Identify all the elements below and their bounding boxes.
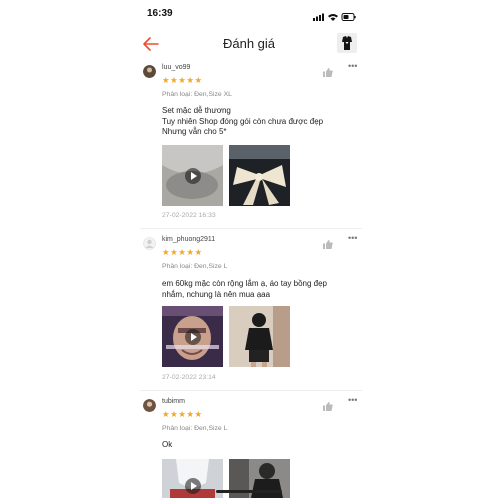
review-variant: Phân loại: Đen,Size L xyxy=(162,263,228,270)
rating-stars: ★★★★★ xyxy=(162,75,203,85)
review-text-line: Set mặc dễ thương xyxy=(162,106,231,115)
more-icon[interactable]: ••• xyxy=(348,233,357,243)
review-image[interactable] xyxy=(229,145,290,206)
thumbs-up-icon xyxy=(323,240,333,249)
arrow-left-icon xyxy=(143,37,159,51)
thumbs-up-icon xyxy=(323,402,333,411)
review-date: 27-02-2022 16:33 xyxy=(162,212,216,219)
review-username[interactable]: kim_phuong2911 xyxy=(162,236,215,243)
review-text-line: Tuy nhiên Shop đóng gói còn chưa được đẹ… xyxy=(162,116,324,126)
avatar[interactable] xyxy=(143,399,156,412)
back-button[interactable] xyxy=(142,36,160,52)
rating-stars: ★★★★★ xyxy=(162,247,203,257)
review-text-line: nhắm, nchung là nên mua ạaa xyxy=(162,289,271,299)
more-icon[interactable]: ••• xyxy=(348,395,357,405)
like-button[interactable] xyxy=(323,398,333,411)
review-text-line: em 60kg mặc còn rộng lắm ạ, áo tay bồng … xyxy=(162,279,327,288)
divider xyxy=(140,390,362,391)
review-image[interactable] xyxy=(229,306,290,367)
avatar[interactable] xyxy=(143,237,156,250)
review-text: Set mặc dễ thương Tuy nhiên Shop đóng gó… xyxy=(162,106,323,138)
review-variant: Phân loại: Đen,Size L xyxy=(162,425,228,432)
play-icon[interactable] xyxy=(185,329,201,345)
status-time: 16:39 xyxy=(147,8,173,19)
page-title: Đánh giá xyxy=(222,36,276,51)
review-username[interactable]: luu_vo99 xyxy=(162,64,190,71)
review-text-line: Nhưng vẫn cho 5* xyxy=(162,127,227,136)
review-text: em 60kg mặc còn rộng lắm ạ, áo tay bồng … xyxy=(162,279,327,300)
status-icons xyxy=(313,9,357,21)
play-icon[interactable] xyxy=(185,478,201,494)
rating-stars: ★★★★★ xyxy=(162,409,203,419)
like-button[interactable] xyxy=(323,64,333,77)
product-image xyxy=(337,33,357,53)
like-button[interactable] xyxy=(323,236,333,249)
divider xyxy=(140,228,362,229)
review-username[interactable]: tubimm xyxy=(162,398,185,405)
review-variant: Phân loại: Đen,Size XL xyxy=(162,91,232,98)
more-icon[interactable]: ••• xyxy=(348,61,357,71)
thumbs-up-icon xyxy=(323,68,333,77)
avatar[interactable] xyxy=(143,65,156,78)
home-indicator[interactable] xyxy=(216,490,282,493)
review-text: Ok xyxy=(162,440,172,451)
product-thumbnail[interactable] xyxy=(337,33,357,53)
review-text-line: Ok xyxy=(162,440,173,449)
play-icon[interactable] xyxy=(185,168,201,184)
review-date: 27-02-2022 23:14 xyxy=(162,374,216,381)
signal-wifi-battery-icon xyxy=(313,13,356,21)
